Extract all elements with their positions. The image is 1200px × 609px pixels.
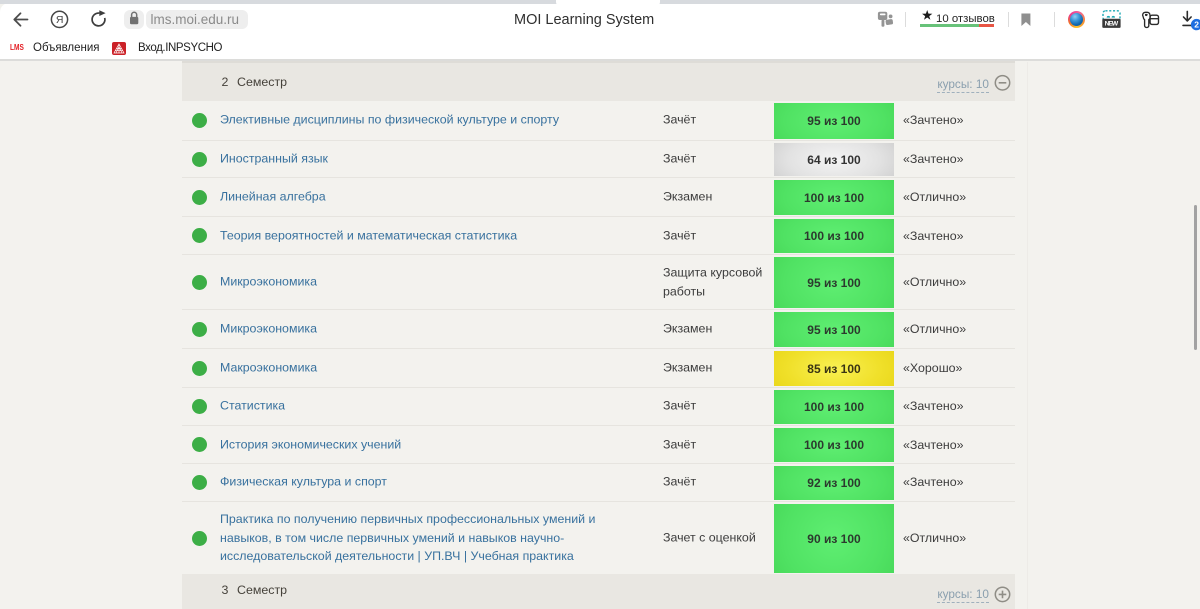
- svg-text:NEW: NEW: [1105, 21, 1119, 28]
- svg-text:Я: Я: [56, 14, 64, 26]
- svg-text:2: 2: [1194, 20, 1199, 30]
